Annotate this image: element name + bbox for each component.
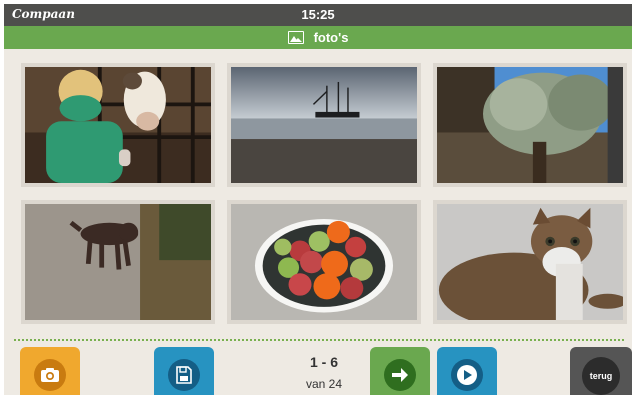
photo-tabby-kitten[interactable] <box>433 200 627 324</box>
app-screen: Compaan 15:25 foto's 1 - 6 van 24 terug <box>4 4 632 395</box>
page-title: foto's <box>313 30 349 45</box>
camera-icon <box>34 359 66 391</box>
toolbar-divider <box>14 339 624 341</box>
page-total: van 24 <box>305 377 343 391</box>
camera-button[interactable] <box>20 347 80 395</box>
photo-child-and-calf[interactable] <box>21 63 215 187</box>
play-icon <box>451 359 483 391</box>
back-button[interactable]: terug <box>570 347 632 395</box>
save-button[interactable] <box>154 347 214 395</box>
back-button-label: terug <box>589 371 613 381</box>
page-range: 1 - 6 <box>309 354 338 370</box>
title-bar: foto's <box>4 26 632 49</box>
save-icon <box>168 359 200 391</box>
status-bar: Compaan 15:25 <box>4 4 632 26</box>
photo-brown-dog[interactable] <box>21 200 215 324</box>
next-page-button[interactable] <box>370 347 430 395</box>
slideshow-play-button[interactable] <box>437 347 497 395</box>
photo-bowl-of-fruit[interactable] <box>227 200 421 324</box>
photo-olive-tree[interactable] <box>433 63 627 187</box>
back-button-disc: terug <box>582 357 620 395</box>
page-indicator: 1 - 6 van 24 <box>284 354 364 391</box>
arrow-right-icon <box>384 359 416 391</box>
image-icon <box>287 31 304 44</box>
clock: 15:25 <box>301 7 335 22</box>
photo-sailing-ship[interactable] <box>227 63 421 187</box>
